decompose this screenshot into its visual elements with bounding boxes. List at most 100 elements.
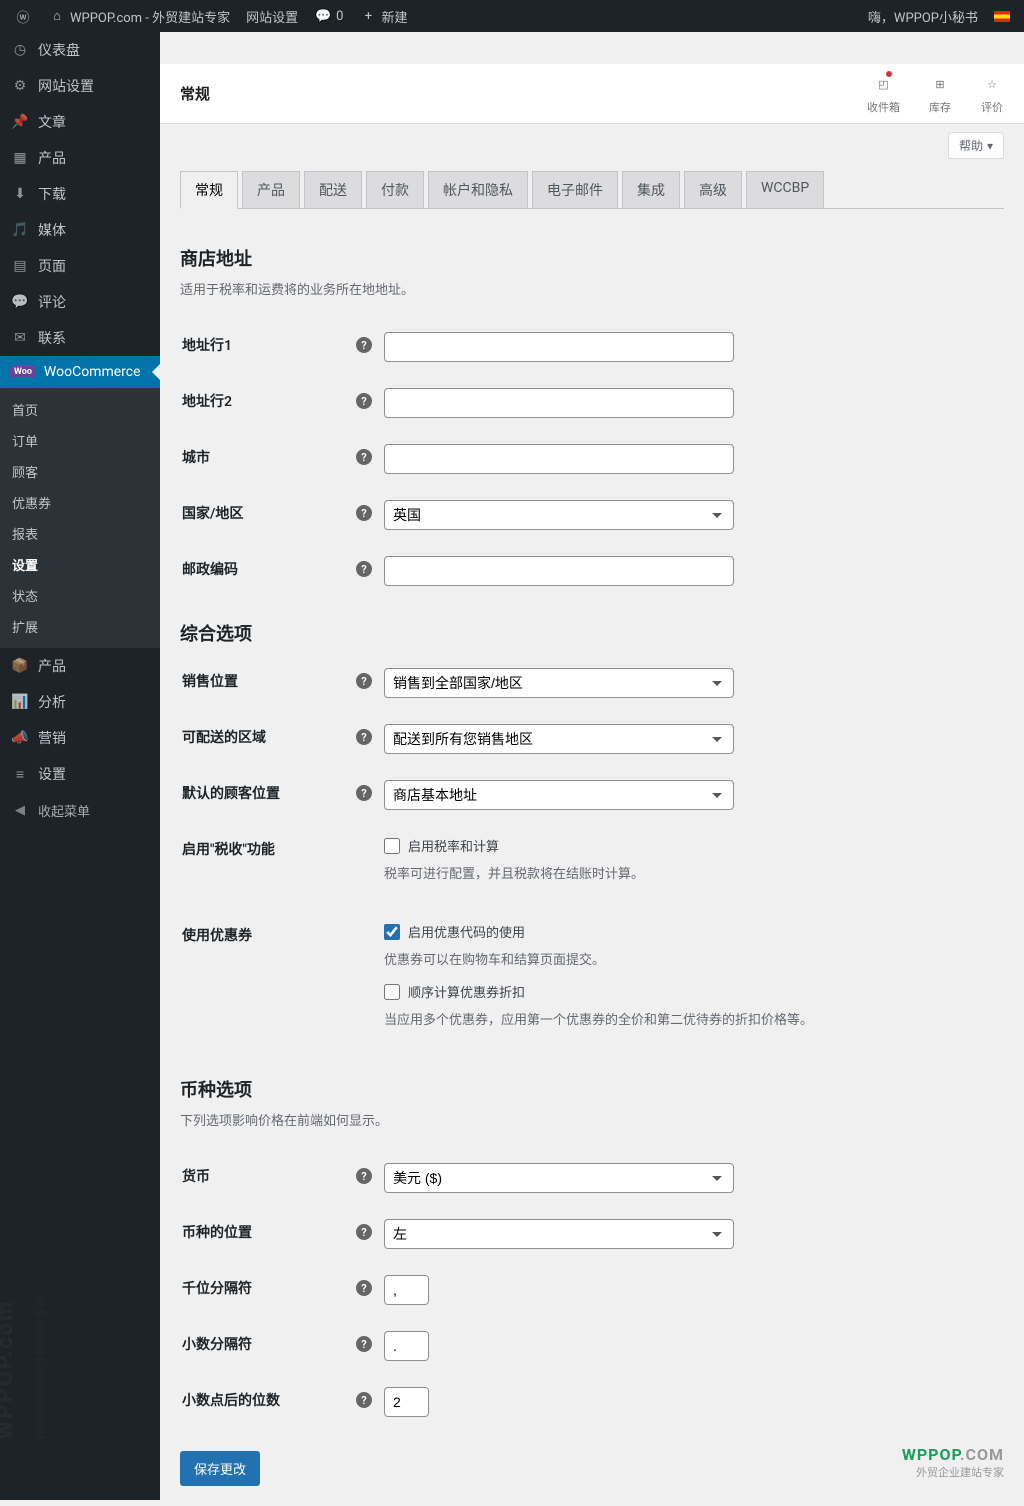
help-tip-icon[interactable]: ? bbox=[356, 561, 372, 577]
header-tab-stock[interactable]: ⊞ 库存 bbox=[928, 73, 952, 115]
label-addr2: 地址行2 bbox=[182, 391, 232, 411]
input-addr1[interactable] bbox=[384, 332, 734, 362]
help-tip-icon[interactable]: ? bbox=[356, 1280, 372, 1296]
menu-downloads[interactable]: ⬇ 下载 bbox=[0, 176, 160, 212]
tab-payments[interactable]: 付款 bbox=[366, 171, 424, 209]
help-tip-icon[interactable]: ? bbox=[356, 449, 372, 465]
collapse-menu[interactable]: ◀收起菜单 bbox=[0, 792, 160, 828]
checkbox-seq-coupons[interactable] bbox=[384, 984, 400, 1000]
pin-icon: 📌 bbox=[10, 112, 30, 132]
menu-woocommerce[interactable]: WooWooCommerce bbox=[0, 356, 160, 388]
wc-header: 常规 ◰ 收件箱 ⊞ 库存 ☆ 评价 bbox=[160, 64, 1024, 124]
help-tab-toggle[interactable]: 帮助▾ bbox=[948, 132, 1004, 159]
submenu-settings[interactable]: 设置 bbox=[0, 549, 160, 580]
help-tip-icon[interactable]: ? bbox=[356, 337, 372, 353]
menu-label: 下载 bbox=[38, 184, 66, 204]
menu-pages[interactable]: ▤ 页面 bbox=[0, 248, 160, 284]
submenu-customers[interactable]: 顾客 bbox=[0, 456, 160, 487]
help-tip-icon[interactable]: ? bbox=[356, 673, 372, 689]
menu-analytics[interactable]: 📊分析 bbox=[0, 684, 160, 720]
language-switch[interactable] bbox=[986, 0, 1018, 32]
input-postcode[interactable] bbox=[384, 556, 734, 586]
menu-label: 页面 bbox=[38, 256, 66, 276]
input-city[interactable] bbox=[384, 444, 734, 474]
input-decimal-sep[interactable] bbox=[384, 1331, 429, 1361]
select-position[interactable]: 左 bbox=[384, 1219, 734, 1249]
comments-link[interactable]: 💬0 bbox=[306, 0, 351, 32]
tab-products[interactable]: 产品 bbox=[242, 171, 300, 209]
input-thousand-sep[interactable] bbox=[384, 1275, 429, 1305]
help-tip-icon[interactable]: ? bbox=[356, 505, 372, 521]
label-decimal: 小数分隔符 bbox=[182, 1334, 252, 1354]
notification-dot bbox=[886, 71, 892, 77]
label-city: 城市 bbox=[182, 447, 210, 467]
tab-general[interactable]: 常规 bbox=[180, 171, 238, 209]
help-tip-icon[interactable]: ? bbox=[356, 1392, 372, 1408]
label-thousand: 千位分隔符 bbox=[182, 1278, 252, 1298]
tab-integration[interactable]: 集成 bbox=[622, 171, 680, 209]
menu-site-settings[interactable]: ⚙网站设置 bbox=[0, 68, 160, 104]
tab-emails[interactable]: 电子邮件 bbox=[532, 171, 618, 209]
menu-label: 仪表盘 bbox=[38, 40, 80, 60]
help-tip-icon[interactable]: ? bbox=[356, 1224, 372, 1240]
submenu-orders[interactable]: 订单 bbox=[0, 425, 160, 456]
label-ship-loc: 可配送的区域 bbox=[182, 727, 266, 747]
wp-logo[interactable]: ⓦ bbox=[6, 0, 40, 32]
submenu-extensions[interactable]: 扩展 bbox=[0, 611, 160, 642]
section-heading-general: 综合选项 bbox=[180, 620, 1004, 646]
select-ship-loc[interactable]: 配送到所有您销售地区 bbox=[384, 724, 734, 754]
help-tip-icon[interactable]: ? bbox=[356, 785, 372, 801]
page-title: 常规 bbox=[180, 83, 210, 104]
checkbox-label: 顺序计算优惠券折扣 bbox=[408, 982, 525, 1001]
checkbox-use-coupons[interactable] bbox=[384, 924, 400, 940]
menu-products[interactable]: ▦产品 bbox=[0, 140, 160, 176]
new-content-link[interactable]: +新建 bbox=[351, 0, 415, 32]
watermark-brand: WPPOP bbox=[902, 1445, 960, 1464]
submenu-coupons[interactable]: 优惠券 bbox=[0, 487, 160, 518]
help-tip-icon[interactable]: ? bbox=[356, 729, 372, 745]
help-tip-icon[interactable]: ? bbox=[356, 1336, 372, 1352]
site-settings-link[interactable]: 网站设置 bbox=[238, 0, 306, 32]
help-tip-icon[interactable]: ? bbox=[356, 393, 372, 409]
select-default-cust-loc[interactable]: 商店基本地址 bbox=[384, 780, 734, 810]
home-icon: ⌂ bbox=[48, 7, 66, 25]
select-currency[interactable]: 美元 ($) bbox=[384, 1163, 734, 1193]
user-greeting[interactable]: 嗨，WPPOP小秘书 bbox=[860, 0, 986, 32]
tab-wccbp[interactable]: WCCBP bbox=[746, 171, 824, 209]
menu-contact[interactable]: ✉联系 bbox=[0, 320, 160, 356]
save-button[interactable]: 保存更改 bbox=[180, 1451, 260, 1486]
select-sell-loc[interactable]: 销售到全部国家/地区 bbox=[384, 668, 734, 698]
tab-label: 收件箱 bbox=[867, 99, 900, 115]
watermark-side2: WORDPRESS外贸建站专家 bbox=[32, 1295, 48, 1440]
page-icon: ▤ bbox=[10, 256, 30, 276]
checkbox-enable-tax[interactable] bbox=[384, 838, 400, 854]
menu-comments[interactable]: 💬评论 bbox=[0, 284, 160, 320]
menu-products2[interactable]: 📦产品 bbox=[0, 648, 160, 684]
select-country[interactable]: 英国 bbox=[384, 500, 734, 530]
header-tab-inbox[interactable]: ◰ 收件箱 bbox=[867, 73, 900, 115]
submenu-status[interactable]: 状态 bbox=[0, 580, 160, 611]
tab-accounts[interactable]: 帐户和隐私 bbox=[428, 171, 528, 209]
help-tip-icon[interactable]: ? bbox=[356, 1168, 372, 1184]
menu-marketing[interactable]: 📣营销 bbox=[0, 720, 160, 756]
stock-icon: ⊞ bbox=[928, 73, 952, 97]
tab-advanced[interactable]: 高级 bbox=[684, 171, 742, 209]
tab-shipping[interactable]: 配送 bbox=[304, 171, 362, 209]
input-num-decimals[interactable] bbox=[384, 1387, 429, 1417]
collapse-icon: ◀ bbox=[10, 800, 30, 820]
download-icon: ⬇ bbox=[10, 184, 30, 204]
input-addr2[interactable] bbox=[384, 388, 734, 418]
submenu-reports[interactable]: 报表 bbox=[0, 518, 160, 549]
menu-media[interactable]: 🎵媒体 bbox=[0, 212, 160, 248]
site-title-link[interactable]: ⌂WPPOP.com - 外贸建站专家 bbox=[40, 0, 238, 32]
menu-settings[interactable]: ≡设置 bbox=[0, 756, 160, 792]
menu-label: 媒体 bbox=[38, 220, 66, 240]
header-tab-reviews[interactable]: ☆ 评价 bbox=[980, 73, 1004, 115]
menu-dashboard[interactable]: ◷仪表盘 bbox=[0, 32, 160, 68]
sliders-icon: ≡ bbox=[10, 764, 30, 784]
submenu-home[interactable]: 首页 bbox=[0, 394, 160, 425]
flag-icon bbox=[994, 11, 1010, 22]
menu-posts[interactable]: 📌文章 bbox=[0, 104, 160, 140]
menu-label: 分析 bbox=[38, 692, 66, 712]
gear-icon: ⚙ bbox=[10, 76, 30, 96]
